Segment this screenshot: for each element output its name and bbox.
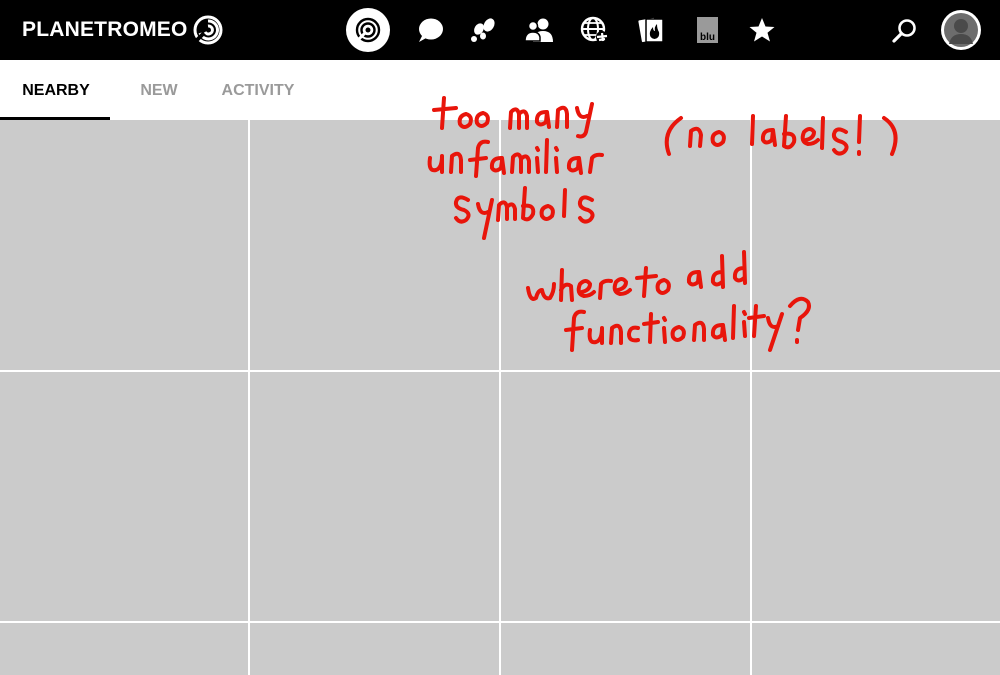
tab-bar: NEARBY NEW ACTIVITY [0,60,1000,120]
tab-nearby[interactable]: NEARBY [0,60,112,120]
profile-tile[interactable] [250,372,499,621]
profile-tile[interactable] [250,120,499,370]
blu-icon[interactable]: blu [686,8,730,52]
flame-cards-icon[interactable] [630,8,674,52]
globe-plane-icon[interactable] [573,8,617,52]
grid-divider [0,621,1000,623]
contacts-icon[interactable] [517,8,561,52]
logo-text: PLANETROMEO [22,18,188,41]
avatar[interactable] [941,10,981,50]
profile-tile[interactable] [501,623,750,675]
tab-new[interactable]: NEW [128,60,190,120]
profile-tile[interactable] [0,120,248,370]
profile-tile[interactable] [501,372,750,621]
blu-label: blu [700,32,715,43]
profile-tile[interactable] [752,623,1000,675]
profile-grid [0,120,1000,675]
logo-spiral-icon [193,15,223,45]
search-button[interactable] [885,12,923,50]
footprints-icon[interactable] [462,8,506,52]
profile-tile[interactable] [0,623,248,675]
radar-icon[interactable] [346,8,390,52]
star-icon[interactable] [740,8,784,52]
grid-divider [248,120,250,675]
grid-divider [0,370,1000,372]
planetromeo-logo[interactable]: PLANETROMEO [22,14,224,46]
grid-divider [499,120,501,675]
profile-tile[interactable] [501,120,750,370]
search-icon [892,19,916,43]
profile-tile[interactable] [752,120,1000,370]
profile-tile[interactable] [752,372,1000,621]
grid-divider [750,120,752,675]
top-bar: PLANETROMEO blu [0,0,1000,60]
tab-activity[interactable]: ACTIVITY [210,60,306,120]
profile-tile[interactable] [250,623,499,675]
profile-tile[interactable] [0,372,248,621]
user-silhouette-icon [944,13,978,47]
chat-bubble-icon[interactable] [408,8,452,52]
